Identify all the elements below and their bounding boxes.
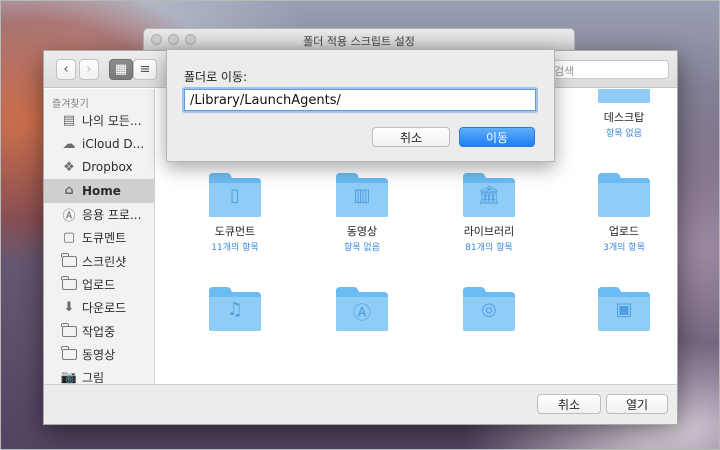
sidebar-item-label: 그림	[82, 371, 105, 384]
folder-actions-window: 폴더 적용 스크립트 설정	[143, 28, 575, 50]
folder-item[interactable]: ♫	[180, 285, 290, 333]
sheet-cancel-button[interactable]: 취소	[372, 127, 450, 147]
folder-badge-icon: ♫	[226, 299, 244, 320]
go-button[interactable]: 이동	[459, 127, 535, 147]
folder-item-count: 3개의 항목	[603, 243, 645, 253]
sidebar-item[interactable]: ⌂ Home	[44, 179, 154, 203]
sidebar-item[interactable]: ▤ 나의 모든...	[44, 109, 154, 132]
dropbox-icon: ❖	[63, 159, 75, 175]
chevron-right-icon: ›	[86, 62, 92, 77]
back-button[interactable]: ‹	[56, 59, 76, 80]
folder-icon	[60, 252, 78, 267]
sidebar: 즐겨찾기 ▤ 나의 모든... ☁ iCloud D... ❖ Dropbox ⌂ Home Ⓐ…	[44, 89, 155, 384]
sidebar-item-label: iCloud D...	[82, 137, 145, 152]
folder-icon	[60, 346, 78, 361]
sidebar-item-label: 도큐멘트	[82, 231, 127, 246]
folder-item[interactable]: Ⓐ	[307, 285, 417, 333]
folder-icon: ▯	[207, 171, 263, 219]
folder-name: 데스크탑	[603, 111, 645, 124]
folder-icon: 🏛	[461, 171, 517, 219]
forward-button[interactable]: ›	[79, 59, 99, 80]
folder-item-count: 11개의 항목	[211, 243, 259, 253]
list-view-button[interactable]: ≡	[133, 59, 157, 80]
folder-item[interactable]: ▯ 도큐먼트 11개의 항목	[180, 171, 290, 253]
sidebar-item[interactable]: 스크린샷	[44, 249, 154, 272]
sidebar-item-label: Home	[82, 183, 121, 198]
all-files-icon: ▤	[62, 113, 76, 129]
folder-icon: ▭	[596, 89, 652, 105]
open-button[interactable]: 열기	[606, 394, 668, 414]
home-icon: ⌂	[64, 183, 74, 199]
chevron-left-icon: ‹	[63, 62, 69, 77]
sidebar-item[interactable]: ⬇ 다운로드	[44, 296, 154, 319]
sidebar-item-label: 스크린샷	[82, 254, 127, 269]
sidebar-heading: 즐겨찾기	[52, 99, 89, 110]
folder-badge-icon: ▭	[596, 89, 652, 92]
camera-icon: 📷	[60, 370, 78, 384]
folder-item[interactable]: ▭ 데스크탑항목 없음	[569, 89, 677, 139]
sidebar-item[interactable]: ▢ 도큐멘트	[44, 226, 154, 249]
sidebar-item[interactable]: ❖ Dropbox	[44, 156, 154, 179]
folder-icon: ♫	[207, 285, 263, 333]
folder-item-count: 81개의 항목	[465, 243, 513, 253]
folder-name: 라이브러리	[463, 225, 515, 238]
go-to-folder-sheet: 폴더로 이동: /Library/LaunchAgents/ 취소 이동	[166, 50, 555, 162]
folder-badge-icon: ▯	[230, 185, 240, 206]
folder-item-count: 항목 없음	[606, 129, 642, 139]
folder-name: 도큐먼트	[214, 225, 256, 238]
sidebar-item[interactable]: 업로드	[44, 273, 154, 296]
sidebar-item-label: 응용 프로...	[82, 207, 142, 222]
sidebar-item-label: 작업중	[82, 324, 116, 339]
folder-item-count: 항목 없음	[344, 243, 380, 253]
folder-item[interactable]: ◎	[434, 285, 544, 333]
folder-badge-icon: Ⓐ	[353, 303, 371, 324]
folder-icon: ◎	[461, 285, 517, 333]
folder-icon: Ⓐ	[334, 285, 390, 333]
cancel-button[interactable]: 취소	[537, 394, 601, 414]
sidebar-item-label: 동영상	[82, 348, 116, 363]
sidebar-item[interactable]: ☁ iCloud D...	[44, 132, 154, 155]
sidebar-item[interactable]: 📷 그림	[44, 366, 154, 384]
folder-icon	[596, 171, 652, 219]
documents-icon: ▢	[62, 230, 76, 246]
folder-item[interactable]: ▣	[569, 285, 677, 333]
go-to-folder-label: 폴더로 이동:	[184, 70, 248, 84]
folder-path-input[interactable]: /Library/LaunchAgents/	[184, 89, 536, 111]
download-icon: ⬇	[63, 300, 75, 316]
sidebar-item[interactable]: 작업중	[44, 320, 154, 343]
sidebar-item-label: 나의 모든...	[82, 114, 142, 129]
grid-icon: ▦	[114, 62, 128, 77]
folder-badge-icon: 🏛	[477, 185, 501, 206]
list-icon: ≡	[139, 62, 151, 77]
folder-icon: ▣	[596, 285, 652, 333]
folder-badge-icon: ▥	[353, 185, 371, 206]
dialog-button-bar: 취소 열기	[44, 384, 677, 424]
folder-item[interactable]: 🏛 라이브러리 81개의 항목	[434, 171, 544, 253]
folder-icon: ▥	[334, 171, 390, 219]
search-input[interactable]: 검색	[541, 60, 669, 79]
window-title: 폴더 적용 스크립트 설정	[303, 35, 415, 48]
sidebar-item-label: 업로드	[82, 277, 116, 292]
folder-item[interactable]: ▥ 동영상항목 없음	[307, 171, 417, 253]
folder-name: 업로드	[608, 225, 640, 238]
folder-badge-icon: ▣	[615, 299, 633, 320]
folder-item[interactable]: 업로드 3개의 항목	[569, 171, 677, 253]
sidebar-item[interactable]: Ⓐ 응용 프로...	[44, 203, 154, 226]
applications-icon: Ⓐ	[62, 208, 76, 224]
sidebar-item-label: 다운로드	[82, 301, 127, 316]
icon-view-button[interactable]: ▦	[109, 59, 133, 80]
sidebar-item-label: Dropbox	[82, 160, 133, 175]
sidebar-item[interactable]: 동영상	[44, 343, 154, 366]
cloud-icon: ☁	[62, 136, 76, 152]
folder-name: 동영상	[346, 225, 378, 238]
folder-icon	[60, 322, 78, 337]
folder-badge-icon: ◎	[481, 299, 497, 320]
folder-icon	[60, 275, 78, 290]
